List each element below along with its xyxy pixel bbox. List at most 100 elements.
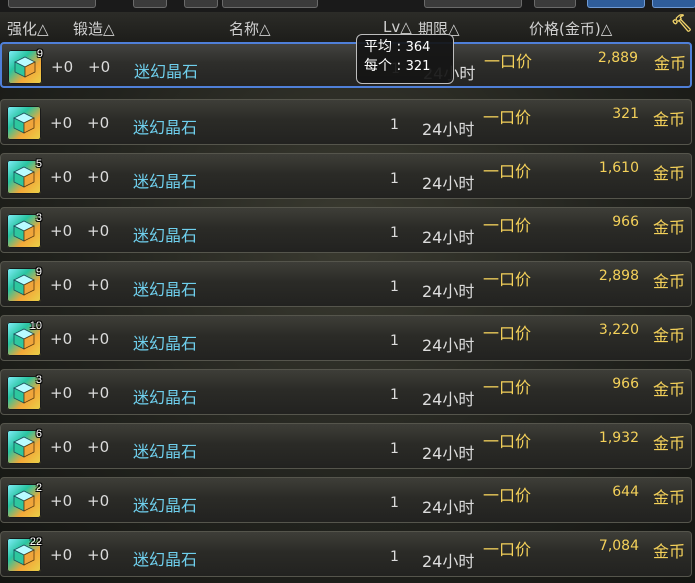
item-price: 3,220 [598, 322, 639, 338]
item-name[interactable]: 迷幻晶石 [133, 438, 197, 462]
header-forge[interactable]: 锻造△ [73, 18, 115, 39]
item-enhance-level: +0 [50, 438, 73, 456]
item-name[interactable]: 迷幻晶石 [133, 168, 197, 192]
buyout-label: 一口价 [483, 432, 532, 451]
crystal-cube-icon[interactable]: 5 [7, 158, 42, 194]
crystal-cube-icon[interactable]: 6 [7, 428, 42, 464]
top-filter-control[interactable] [222, 0, 318, 8]
item-forge-level: +0 [87, 384, 110, 402]
item-enhance-level: +0 [50, 168, 73, 186]
item-name[interactable]: 迷幻晶石 [133, 492, 197, 516]
hammer-icon[interactable]: 🔨︎ [671, 14, 693, 34]
tooltip-average-label: 平均 [364, 39, 392, 55]
tooltip-each-value: 321 [405, 59, 431, 74]
item-name[interactable]: 迷幻晶石 [133, 546, 197, 570]
buyout-label: 一口价 [484, 52, 533, 71]
auction-row[interactable]: 3 +0 +0 迷幻晶石 1 24小时 一口价 966 金币 [0, 207, 692, 253]
currency-label: 金币 [653, 380, 686, 399]
currency-label: 金币 [654, 54, 687, 73]
item-stack-count: 3 [35, 374, 42, 386]
item-price: 7,084 [598, 538, 639, 554]
currency-label: 金币 [653, 542, 686, 561]
top-filter-control[interactable] [424, 0, 522, 8]
auction-row[interactable]: 9 +0 +0 迷幻晶石 1 24小时 一口价 2,898 金币 [0, 261, 692, 307]
item-forge-level: +0 [88, 58, 111, 76]
currency-label: 金币 [653, 326, 686, 345]
top-search-button[interactable] [587, 0, 645, 8]
crystal-cube-icon[interactable]: 2 [7, 482, 42, 518]
item-name[interactable]: 迷幻晶石 [133, 114, 197, 138]
header-name[interactable]: 名称△ [229, 18, 271, 39]
crystal-cube-icon[interactable]: 9 [7, 266, 42, 302]
header-enhance[interactable]: 强化△ [7, 18, 49, 39]
top-filter-control[interactable] [133, 0, 167, 8]
item-stack-count: 6 [35, 428, 42, 440]
top-filter-control[interactable] [184, 0, 218, 8]
item-enhance-level: +0 [50, 330, 73, 348]
crystal-cube-icon[interactable]: 9 [8, 48, 43, 84]
item-period: 24小时 [422, 444, 475, 463]
item-forge-level: +0 [87, 438, 110, 456]
item-name[interactable]: 迷幻晶石 [133, 384, 197, 408]
item-level: 1 [390, 225, 399, 241]
item-period: 24小时 [422, 336, 475, 355]
auction-row[interactable]: +0 +0 迷幻晶石 1 24小时 一口价 321 金币 [0, 99, 692, 145]
item-level: 1 [390, 441, 399, 457]
item-stack-count: 9 [35, 266, 42, 278]
item-price: 966 [612, 214, 639, 230]
item-stack-count: 5 [35, 158, 42, 170]
currency-label: 金币 [653, 110, 686, 129]
item-forge-level: +0 [87, 222, 110, 240]
currency-label: 金币 [653, 218, 686, 237]
item-level: 1 [390, 117, 399, 133]
item-price: 2,898 [598, 268, 639, 284]
item-name[interactable]: 迷幻晶石 [133, 330, 197, 354]
item-name[interactable]: 迷幻晶石 [133, 222, 197, 246]
item-forge-level: +0 [87, 546, 110, 564]
item-period: 24小时 [422, 390, 475, 409]
auction-row[interactable]: 9+0+0迷幻晶石124小时一口价2,889金币 [0, 42, 692, 88]
crystal-cube-icon[interactable]: 3 [7, 212, 42, 248]
item-period: 24小时 [422, 498, 475, 517]
item-forge-level: +0 [87, 168, 110, 186]
item-forge-level: +0 [87, 114, 110, 132]
auction-row[interactable]: 5 +0 +0 迷幻晶石 1 24小时 一口价 1,610 金币 [0, 153, 692, 199]
auction-row[interactable]: 22 +0 +0 迷幻晶石 1 24小时 一口价 7,084 金币 [0, 531, 692, 577]
item-period: 24小时 [422, 228, 475, 247]
item-stack-count: 22 [29, 536, 42, 548]
tooltip-average-line: 平均 : 364 [364, 39, 431, 55]
crystal-cube-icon[interactable]: 10 [7, 320, 42, 356]
item-name[interactable]: 迷幻晶石 [134, 58, 198, 82]
item-level: 1 [390, 171, 399, 187]
item-period: 24小时 [422, 174, 475, 193]
currency-label: 金币 [653, 488, 686, 507]
tooltip-each-line: 每个 : 321 [364, 58, 431, 74]
item-stack-count: 10 [29, 320, 42, 332]
column-header-bar: 强化△ 锻造△ 名称△ Lv△ 期限△ 价格(金币)△ [0, 12, 695, 42]
currency-label: 金币 [653, 434, 686, 453]
item-price: 1,610 [598, 160, 639, 176]
currency-label: 金币 [653, 272, 686, 291]
crystal-cube-icon[interactable]: 22 [7, 536, 42, 572]
top-filter-control[interactable] [534, 0, 576, 8]
tooltip-each-label: 每个 [364, 58, 392, 74]
crystal-cube-icon[interactable]: 3 [7, 374, 42, 410]
top-filter-control[interactable] [8, 0, 96, 8]
crystal-cube-icon[interactable] [7, 106, 41, 140]
item-forge-level: +0 [87, 492, 110, 510]
item-level: 1 [390, 387, 399, 403]
auction-row[interactable]: 6 +0 +0 迷幻晶石 1 24小时 一口价 1,932 金币 [0, 423, 692, 469]
auction-row[interactable]: 2 +0 +0 迷幻晶石 1 24小时 一口价 644 金币 [0, 477, 692, 523]
currency-label: 金币 [653, 164, 686, 183]
auction-row[interactable]: 3 +0 +0 迷幻晶石 1 24小时 一口价 966 金币 [0, 369, 692, 415]
item-price: 1,932 [598, 430, 639, 446]
item-price: 966 [612, 376, 639, 392]
top-action-button[interactable] [652, 0, 695, 8]
buyout-label: 一口价 [483, 540, 532, 559]
header-price[interactable]: 价格(金币)△ [529, 18, 612, 39]
item-price: 321 [612, 106, 639, 122]
item-name[interactable]: 迷幻晶石 [133, 276, 197, 300]
price-tooltip: 平均 : 364 每个 : 321 [356, 34, 454, 84]
tooltip-average-value: 364 [405, 40, 431, 55]
auction-row[interactable]: 10 +0 +0 迷幻晶石 1 24小时 一口价 3,220 金币 [0, 315, 692, 361]
